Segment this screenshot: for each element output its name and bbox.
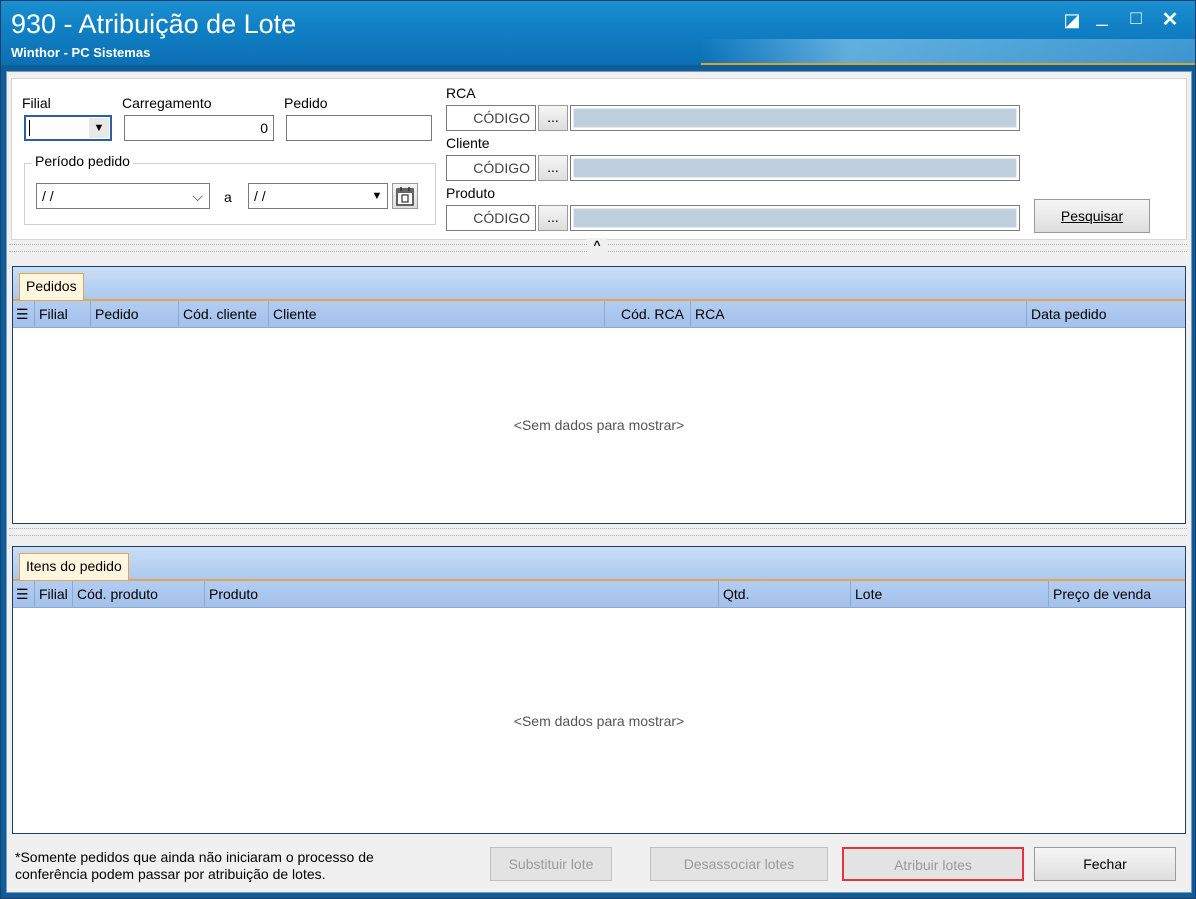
date-from-dropdown-icon[interactable]: ⌵ [192, 184, 203, 208]
rca-name-field [570, 105, 1020, 131]
client-area: Filial ▼ Carregamento 0 Pedido Período p… [6, 71, 1192, 893]
col-pedido[interactable]: Pedido [91, 301, 179, 327]
desassociar-lotes-button[interactable]: Desassociar lotes [650, 847, 828, 881]
itens-grid-header: ☰ Filial Cód. produto Produto Qtd. Lote … [13, 581, 1185, 608]
col-produto[interactable]: Produto [205, 581, 719, 607]
rca-name-readonly [573, 108, 1017, 128]
produto-lookup-button[interactable]: ... [538, 205, 568, 231]
pedido-input[interactable] [286, 115, 432, 141]
grid-menu-icon[interactable]: ☰ [13, 581, 35, 607]
filial-label: Filial [22, 95, 51, 111]
dropdown-arrow-icon[interactable]: ▼ [89, 118, 109, 138]
produto-code-input[interactable]: CÓDIGO [446, 205, 536, 231]
produto-name-readonly [573, 208, 1017, 228]
col-cliente[interactable]: Cliente [269, 301, 605, 327]
tab-itens-do-pedido[interactable]: Itens do pedido [19, 553, 129, 580]
cliente-code-input[interactable]: CÓDIGO [446, 155, 536, 181]
calendar-icon[interactable] [392, 183, 418, 209]
col-qtd[interactable]: Qtd. [719, 581, 851, 607]
app-window: 930 - Atribuição de Lote Winthor - PC Si… [0, 0, 1196, 899]
col-cod-cliente[interactable]: Cód. cliente [179, 301, 269, 327]
minimize-icon[interactable]: _ [1089, 3, 1115, 29]
cliente-lookup-button[interactable]: ... [538, 155, 568, 181]
footer-note-line2: conferência podem passar por atribuição … [15, 866, 326, 882]
window-title: 930 - Atribuição de Lote [11, 9, 297, 39]
date-from-value: / / [42, 188, 54, 204]
footer-note-line1: *Somente pedidos que ainda não iniciaram… [15, 849, 374, 865]
periodo-label: Período pedido [32, 153, 133, 169]
pedidos-panel: Pedidos ☰ Filial Pedido Cód. cliente Cli… [12, 266, 1186, 524]
middle-splitter[interactable] [9, 528, 1187, 536]
col-filial[interactable]: Filial [35, 301, 91, 327]
date-from-input[interactable]: / / ⌵ [36, 183, 210, 209]
date-to-value: / / [254, 188, 266, 204]
substituir-lote-button[interactable]: Substituir lote [490, 847, 612, 881]
atribuir-lotes-button[interactable]: Atribuir lotes [842, 847, 1024, 881]
itens-panel: Itens do pedido ☰ Filial Cód. produto Pr… [12, 546, 1186, 834]
filial-combobox[interactable]: ▼ [24, 115, 112, 141]
title-bar: 930 - Atribuição de Lote Winthor - PC Si… [1, 1, 1195, 65]
col-preco-venda[interactable]: Preço de venda [1049, 581, 1185, 607]
restore-icon[interactable]: ◪ [1059, 7, 1085, 33]
pedidos-grid-header: ☰ Filial Pedido Cód. cliente Cliente Cód… [13, 301, 1185, 328]
col-lote[interactable]: Lote [851, 581, 1049, 607]
date-to-input[interactable]: / / ▼ [248, 183, 388, 209]
window-subtitle: Winthor - PC Sistemas [11, 45, 151, 60]
close-icon[interactable]: ✕ [1157, 7, 1183, 33]
rca-code-input[interactable]: CÓDIGO [446, 105, 536, 131]
produto-label: Produto [446, 185, 496, 201]
col-rca[interactable]: RCA [691, 301, 1027, 327]
tab-pedidos[interactable]: Pedidos [19, 273, 84, 300]
fechar-button[interactable]: Fechar [1034, 847, 1176, 881]
carregamento-label: Carregamento [122, 95, 212, 111]
search-button-label: Pesquisar [1060, 208, 1124, 224]
col-cod-rca[interactable]: Cód. RCA [605, 301, 691, 327]
footer-note: *Somente pedidos que ainda não iniciaram… [15, 849, 374, 883]
cliente-name-field [570, 155, 1020, 181]
pedidos-tabstrip: Pedidos [13, 267, 1185, 301]
carregamento-input[interactable]: 0 [124, 115, 274, 141]
itens-tabstrip: Itens do pedido [13, 547, 1185, 581]
date-separator: a [224, 189, 232, 205]
itens-empty-message: <Sem dados para mostrar> [513, 713, 685, 729]
maximize-icon[interactable]: ☐ [1123, 7, 1149, 33]
date-to-dropdown-icon[interactable]: ▼ [368, 185, 386, 207]
titlebar-accent-line [701, 63, 1195, 65]
pedidos-empty-message: <Sem dados para mostrar> [513, 417, 685, 433]
col-filial[interactable]: Filial [35, 581, 73, 607]
search-button[interactable]: Pesquisar [1034, 199, 1150, 233]
pedido-label: Pedido [284, 95, 328, 111]
titlebar-glow [701, 39, 1195, 65]
filter-panel: Filial ▼ Carregamento 0 Pedido Período p… [11, 78, 1187, 240]
col-data-pedido[interactable]: Data pedido [1027, 301, 1185, 327]
cliente-label: Cliente [446, 135, 490, 151]
col-cod-produto[interactable]: Cód. produto [73, 581, 205, 607]
cliente-name-readonly [573, 158, 1017, 178]
grid-menu-icon[interactable]: ☰ [13, 301, 35, 327]
collapse-chevron-icon[interactable]: ^ [587, 238, 607, 252]
text-caret [29, 120, 30, 136]
rca-lookup-button[interactable]: ... [538, 105, 568, 131]
rca-label: RCA [446, 85, 476, 101]
produto-name-field [570, 205, 1020, 231]
